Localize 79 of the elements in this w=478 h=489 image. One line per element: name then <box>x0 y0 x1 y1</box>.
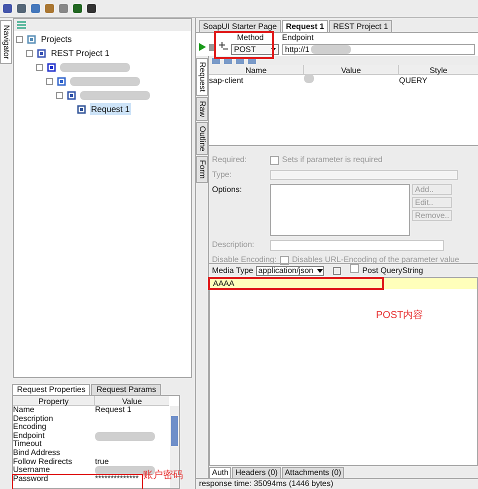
tree-node-icon <box>67 90 76 100</box>
media-type-label: Media Type <box>212 264 254 276</box>
toolbar-icon[interactable] <box>2 3 13 14</box>
body-editor[interactable]: AAAA POST内容 <box>209 277 478 466</box>
tree-node-icon <box>47 62 56 72</box>
property-name: Endpoint <box>13 432 45 440</box>
property-value: Request 1 <box>95 406 132 415</box>
tree-item[interactable]: REST Project 1 <box>50 46 110 60</box>
editor-tab[interactable]: Request 1 <box>282 20 328 32</box>
blurred-text <box>80 90 150 100</box>
side-tab[interactable]: Form <box>196 156 208 183</box>
property-name: Encoding <box>13 423 46 432</box>
method-dropdown[interactable]: POST <box>231 44 279 55</box>
column-header: Style <box>428 65 448 74</box>
play-icon[interactable] <box>199 43 206 51</box>
properties-tab[interactable]: Request Properties <box>12 384 90 395</box>
tree-node-icon <box>57 76 66 86</box>
editor-tab[interactable]: REST Project 1 <box>329 20 392 32</box>
caret-icon <box>317 268 324 272</box>
checkbox-label: Post QueryString <box>362 264 424 276</box>
blurred-text <box>60 62 130 72</box>
navigator-tab[interactable]: Navigator <box>0 20 12 64</box>
param-style: QUERY <box>399 74 428 86</box>
property-name: Name <box>13 406 36 415</box>
type-dropdown[interactable] <box>270 170 458 180</box>
field-label: Type: <box>212 169 233 181</box>
blurred-text <box>95 432 155 441</box>
tree-node-icon <box>27 34 36 44</box>
editor-tab[interactable]: SoapUI Starter Page <box>199 20 281 32</box>
property-name: Timeout <box>13 440 42 449</box>
column-header: Name <box>209 65 304 74</box>
checkbox[interactable] <box>350 264 360 273</box>
toolbar-icon[interactable] <box>16 3 27 14</box>
toolbar-icon[interactable] <box>72 3 83 14</box>
media-type-dropdown[interactable]: application/json <box>256 266 324 276</box>
description-field[interactable] <box>270 240 444 250</box>
caret-icon <box>271 48 276 51</box>
bottom-tab[interactable]: Attachments (0) <box>282 467 344 478</box>
method-label: Method <box>236 32 265 44</box>
list-icon[interactable] <box>17 21 26 29</box>
status-text: response time: 35094ms (1446 bytes) <box>199 478 334 489</box>
bottom-tab[interactable]: Auth <box>209 467 232 478</box>
field-label: Options: <box>212 184 243 196</box>
endpoint-field[interactable]: http://1 <box>282 44 475 55</box>
annotation-text: POST内容 <box>376 308 424 323</box>
side-tab[interactable]: Outline <box>196 122 208 156</box>
endpoint-label: Endpoint <box>282 32 315 44</box>
bottom-tab[interactable]: Headers (0) <box>232 467 281 478</box>
field-label: Description: <box>212 239 256 251</box>
tree-item[interactable]: Request 1 <box>90 102 131 116</box>
property-value: true <box>95 458 109 466</box>
tree-item[interactable]: Projects <box>40 32 73 46</box>
checkbox-label: Disables URL-Encoding of the parameter value <box>292 254 460 266</box>
field-label: Required: <box>212 154 248 166</box>
tree-node-icon <box>77 104 86 114</box>
property-name: Description <box>13 414 54 423</box>
side-tab[interactable]: Request <box>196 58 208 96</box>
property-name: Bind Address <box>13 448 62 458</box>
property-name: Follow Redirects <box>13 458 74 466</box>
annotation-text: 账户密码 <box>143 468 183 483</box>
blurred-text <box>311 45 352 54</box>
options-list[interactable] <box>270 184 410 236</box>
column-header: Value <box>121 396 143 405</box>
highlight-box <box>214 31 274 59</box>
format-icon[interactable] <box>333 266 342 274</box>
property-value: ************** <box>95 474 139 484</box>
checkbox[interactable] <box>270 156 279 164</box>
side-tab[interactable]: Raw <box>196 96 208 121</box>
property-name: Username <box>13 466 51 475</box>
param-name: sap-client <box>209 74 244 86</box>
blurred-text <box>70 76 140 86</box>
add-icon[interactable] <box>219 42 228 51</box>
property-name: Password <box>13 474 50 484</box>
field-label: Disable Encoding: <box>212 254 278 266</box>
tree-node-icon <box>37 48 46 58</box>
toolbar-icon[interactable] <box>86 3 97 14</box>
column-header: Property <box>13 396 95 405</box>
checkbox-label: Sets if parameter is required <box>282 154 382 166</box>
properties-tab[interactable]: Request Params <box>91 384 162 395</box>
